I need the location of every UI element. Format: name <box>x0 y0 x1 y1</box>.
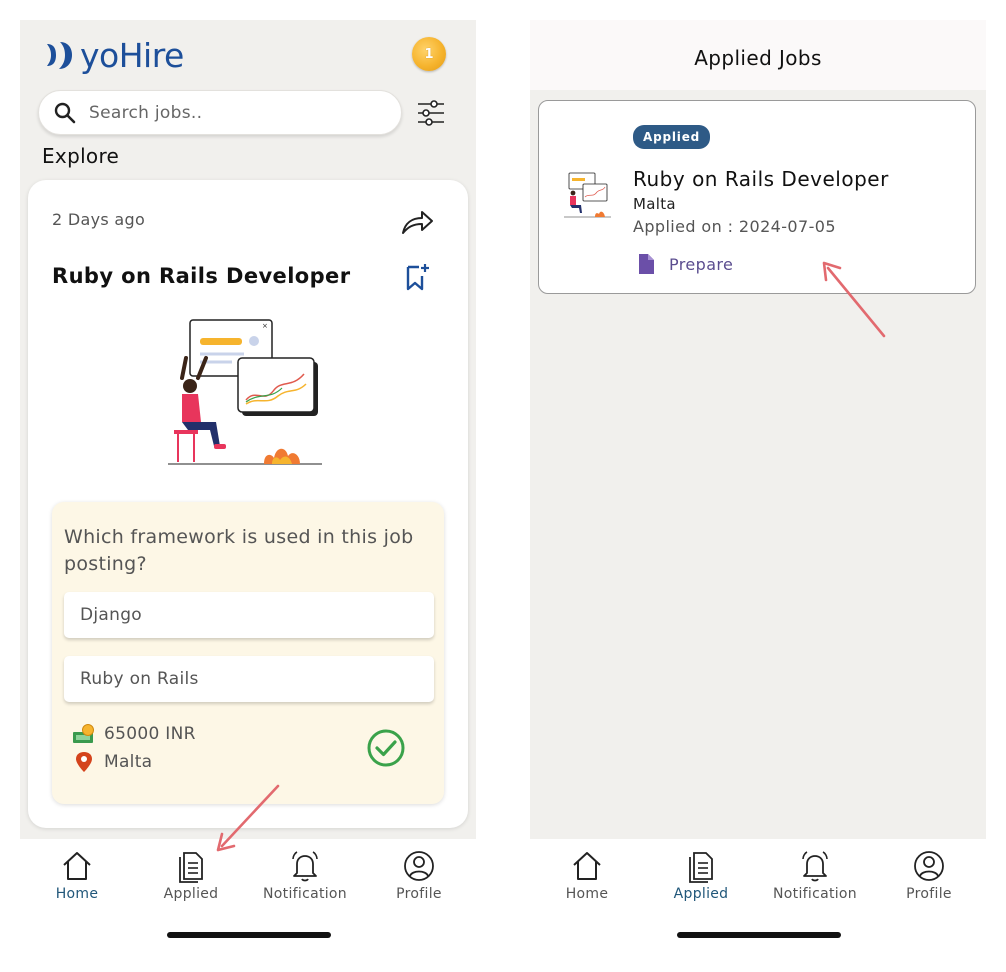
nav-label-profile: Profile <box>906 886 952 902</box>
nav-label-home: Home <box>55 886 99 902</box>
prepare-button[interactable]: Prepare <box>637 253 733 275</box>
salary-row: 65000 INR <box>72 724 196 744</box>
job-quiz: Which framework is used in this job post… <box>52 502 444 804</box>
filter-sliders-icon[interactable] <box>416 98 446 128</box>
annotation-arrow-icon <box>216 784 280 852</box>
search-icon <box>54 102 76 123</box>
section-title-explore: Explore <box>42 144 120 168</box>
status-badge: Applied <box>633 125 711 149</box>
search-input[interactable]: Search jobs.. <box>38 90 402 135</box>
quiz-option-django[interactable]: Django <box>64 592 434 638</box>
home-icon <box>573 852 601 880</box>
nav-item-applied[interactable]: Applied <box>141 849 241 902</box>
quiz-option-ruby-on-rails[interactable]: Ruby on Rails <box>64 656 434 702</box>
bottom-nav: Home Applied Notification Profile <box>530 839 986 948</box>
job-thumbnail <box>564 172 611 218</box>
profile-icon <box>914 851 944 881</box>
prepare-label: Prepare <box>669 254 734 274</box>
nav-label-home: Home <box>565 886 609 902</box>
job-title: Ruby on Rails Developer <box>52 264 351 288</box>
home-indicator <box>167 932 331 938</box>
profile-icon <box>404 851 434 881</box>
nav-item-profile[interactable]: Profile <box>879 849 979 902</box>
money-icon <box>73 724 94 743</box>
home-indicator <box>677 932 841 938</box>
nav-item-notification[interactable]: Notification <box>765 849 865 902</box>
nav-label-applied: Applied <box>163 886 219 902</box>
nav-label-applied: Applied <box>673 886 729 902</box>
job-illustration: × <box>168 319 322 465</box>
annotation-arrow-icon <box>822 261 886 338</box>
nav-label-profile: Profile <box>396 886 442 902</box>
location-text: Malta <box>104 752 153 772</box>
posted-time: 2 Days ago <box>52 210 146 229</box>
yohire-logo: yoHire <box>42 35 184 75</box>
applied-document-icon <box>179 852 203 883</box>
bell-icon <box>292 851 318 882</box>
nav-item-home[interactable]: Home <box>537 849 637 902</box>
job-card[interactable]: 2 Days ago Ruby on Rails Developer × Whi… <box>28 180 468 828</box>
document-icon <box>639 254 654 274</box>
search-placeholder: Search jobs.. <box>89 102 203 123</box>
salary-text: 65000 INR <box>104 724 196 744</box>
quiz-question: Which framework is used in this job post… <box>64 526 414 575</box>
nav-label-notification: Notification <box>263 886 347 902</box>
applied-job-card[interactable]: Applied Ruby on Rails Developer Malta Ap… <box>538 100 976 294</box>
coin-balance-button[interactable]: 1 <box>412 37 446 71</box>
location-pin-icon <box>76 752 92 772</box>
applied-job-location: Malta <box>633 195 676 213</box>
location-row: Malta <box>72 751 152 773</box>
home-icon <box>63 852 91 880</box>
svg-text:×: × <box>262 322 268 330</box>
applied-date: Applied on : 2024-07-05 <box>633 217 836 236</box>
nav-item-profile[interactable]: Profile <box>369 849 469 902</box>
coin-count: 1 <box>424 46 434 62</box>
applied-jobs-screen: Applied Jobs Applied Ruby on Rails Devel… <box>530 20 986 948</box>
nav-item-home[interactable]: Home <box>27 849 127 902</box>
applied-document-icon <box>689 852 713 883</box>
logo-text: yoHire <box>80 35 184 75</box>
bell-icon <box>802 851 828 882</box>
check-circle-icon <box>367 729 405 767</box>
share-icon[interactable] <box>400 208 434 236</box>
bookmark-add-icon[interactable] <box>404 262 430 292</box>
yohire-logo-icon <box>47 42 72 69</box>
applied-header: Applied Jobs <box>530 20 986 90</box>
nav-item-notification[interactable]: Notification <box>255 849 355 902</box>
page-title: Applied Jobs <box>694 46 822 70</box>
nav-label-notification: Notification <box>773 886 857 902</box>
applied-job-title: Ruby on Rails Developer <box>633 167 889 191</box>
nav-item-applied[interactable]: Applied <box>651 849 751 902</box>
